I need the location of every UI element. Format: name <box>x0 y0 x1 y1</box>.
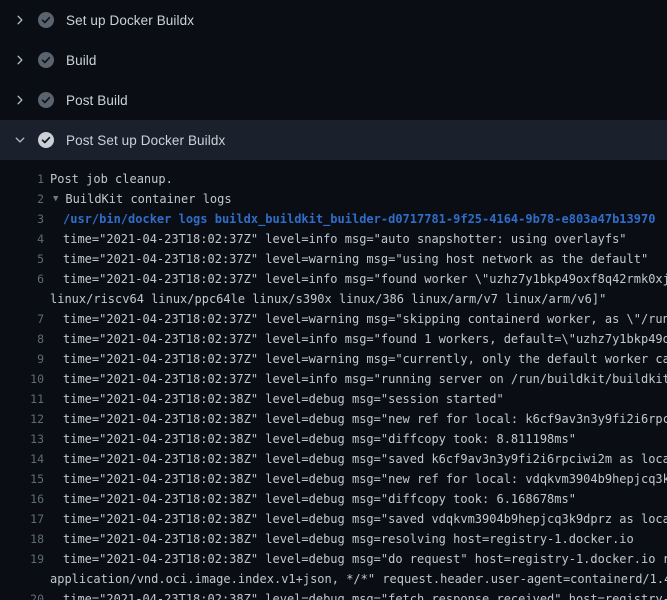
log-line: 3/usr/bin/docker logs buildx_buildkit_bu… <box>0 209 667 229</box>
line-number[interactable]: 15 <box>0 472 46 486</box>
line-number[interactable]: 19 <box>0 552 46 566</box>
log-text: time="2021-04-23T18:02:38Z" level=debug … <box>46 472 667 486</box>
log-text: time="2021-04-23T18:02:37Z" level=warnin… <box>46 312 667 326</box>
actions-log-viewer: Set up Docker Buildx Build Post Build <box>0 0 667 600</box>
step-list: Set up Docker Buildx Build Post Build <box>0 0 667 160</box>
log-line: 20time="2021-04-23T18:02:38Z" level=debu… <box>0 589 667 600</box>
log-line: 10time="2021-04-23T18:02:37Z" level=info… <box>0 369 667 389</box>
log-line: 6time="2021-04-23T18:02:37Z" level=info … <box>0 269 667 289</box>
line-number[interactable]: 10 <box>0 372 46 386</box>
line-number[interactable]: 3 <box>0 212 46 226</box>
log-line: 13time="2021-04-23T18:02:38Z" level=debu… <box>0 429 667 449</box>
line-number[interactable]: 13 <box>0 432 46 446</box>
log-group-title[interactable]: BuildKit container logs <box>65 192 231 206</box>
log-text: time="2021-04-23T18:02:38Z" level=debug … <box>46 492 576 506</box>
log-text: time="2021-04-23T18:02:37Z" level=info m… <box>46 332 667 346</box>
log-line: 15time="2021-04-23T18:02:38Z" level=debu… <box>0 469 667 489</box>
chevron-right-icon[interactable] <box>12 52 28 68</box>
line-number[interactable]: 9 <box>0 352 46 366</box>
step-header-post-build[interactable]: Post Build <box>0 80 667 120</box>
check-circle-icon <box>38 92 54 108</box>
check-circle-icon <box>38 52 54 68</box>
log-text: time="2021-04-23T18:02:37Z" level=warnin… <box>46 352 667 366</box>
log-line: 19time="2021-04-23T18:02:38Z" level=debu… <box>0 549 667 569</box>
chevron-right-icon[interactable] <box>12 12 28 28</box>
log-line: 17time="2021-04-23T18:02:38Z" level=debu… <box>0 509 667 529</box>
line-number[interactable]: 18 <box>0 532 46 546</box>
log-line: 5time="2021-04-23T18:02:37Z" level=warni… <box>0 249 667 269</box>
log-line-continuation: application/vnd.oci.image.index.v1+json,… <box>0 569 667 589</box>
log-text: time="2021-04-23T18:02:38Z" level=debug … <box>46 532 634 546</box>
line-number[interactable]: 6 <box>0 272 46 286</box>
step-header-setup-docker-buildx[interactable]: Set up Docker Buildx <box>0 0 667 40</box>
step-header-post-setup-docker-buildx[interactable]: Post Set up Docker Buildx <box>0 120 667 160</box>
log-text: time="2021-04-23T18:02:37Z" level=info m… <box>46 272 667 286</box>
log-text: time="2021-04-23T18:02:38Z" level=debug … <box>46 552 667 566</box>
log-text: time="2021-04-23T18:02:37Z" level=info m… <box>46 372 667 386</box>
log-line: 1Post job cleanup. <box>0 169 667 189</box>
log-area: 1Post job cleanup.2▼BuildKit container l… <box>0 160 667 600</box>
log-line: 4time="2021-04-23T18:02:37Z" level=info … <box>0 229 667 249</box>
log-line: 14time="2021-04-23T18:02:38Z" level=debu… <box>0 449 667 469</box>
chevron-down-icon[interactable] <box>12 132 28 148</box>
log-text: time="2021-04-23T18:02:38Z" level=debug … <box>46 452 667 466</box>
line-number[interactable]: 2 <box>0 192 46 206</box>
line-number[interactable]: 17 <box>0 512 46 526</box>
chevron-right-icon[interactable] <box>12 92 28 108</box>
log-text: time="2021-04-23T18:02:37Z" level=warnin… <box>46 252 648 266</box>
line-number[interactable]: 16 <box>0 492 46 506</box>
log-line: 11time="2021-04-23T18:02:38Z" level=debu… <box>0 389 667 409</box>
check-circle-icon <box>38 132 54 148</box>
log-text: Post job cleanup. <box>46 172 173 186</box>
log-line: 12time="2021-04-23T18:02:38Z" level=debu… <box>0 409 667 429</box>
log-line: 16time="2021-04-23T18:02:38Z" level=debu… <box>0 489 667 509</box>
log-text: time="2021-04-23T18:02:38Z" level=debug … <box>46 412 667 426</box>
line-number[interactable]: 7 <box>0 312 46 326</box>
log-line: 18time="2021-04-23T18:02:38Z" level=debu… <box>0 529 667 549</box>
line-number[interactable]: 12 <box>0 412 46 426</box>
log-line: 9time="2021-04-23T18:02:37Z" level=warni… <box>0 349 667 369</box>
log-text: linux/riscv64 linux/ppc64le linux/s390x … <box>46 292 606 306</box>
log-text: time="2021-04-23T18:02:38Z" level=debug … <box>46 592 667 600</box>
log-text: time="2021-04-23T18:02:37Z" level=info m… <box>46 232 627 246</box>
log-line: 2 ▼ BuildKit container logs <box>0 189 667 209</box>
step-label: Post Build <box>66 93 128 108</box>
step-label: Build <box>66 53 97 68</box>
line-number[interactable]: 11 <box>0 392 46 406</box>
line-number[interactable]: 5 <box>0 252 46 266</box>
step-header-build[interactable]: Build <box>0 40 667 80</box>
line-number[interactable]: 20 <box>0 592 46 600</box>
line-number[interactable]: 14 <box>0 452 46 466</box>
log-text: application/vnd.oci.image.index.v1+json,… <box>46 572 667 586</box>
log-line: 7time="2021-04-23T18:02:37Z" level=warni… <box>0 309 667 329</box>
log-command-text: /usr/bin/docker logs buildx_buildkit_bui… <box>46 212 655 226</box>
check-circle-icon <box>38 12 54 28</box>
line-number[interactable]: 1 <box>0 172 46 186</box>
step-label: Post Set up Docker Buildx <box>66 133 225 148</box>
log-text: time="2021-04-23T18:02:38Z" level=debug … <box>46 432 576 446</box>
log-line-continuation: linux/riscv64 linux/ppc64le linux/s390x … <box>0 289 667 309</box>
step-label: Set up Docker Buildx <box>66 13 194 28</box>
log-line: 8time="2021-04-23T18:02:37Z" level=info … <box>0 329 667 349</box>
line-number[interactable]: 8 <box>0 332 46 346</box>
collapse-triangle-icon[interactable]: ▼ <box>53 194 58 204</box>
log-text: time="2021-04-23T18:02:38Z" level=debug … <box>46 512 667 526</box>
log-text: time="2021-04-23T18:02:38Z" level=debug … <box>46 392 504 406</box>
line-number[interactable]: 4 <box>0 232 46 246</box>
